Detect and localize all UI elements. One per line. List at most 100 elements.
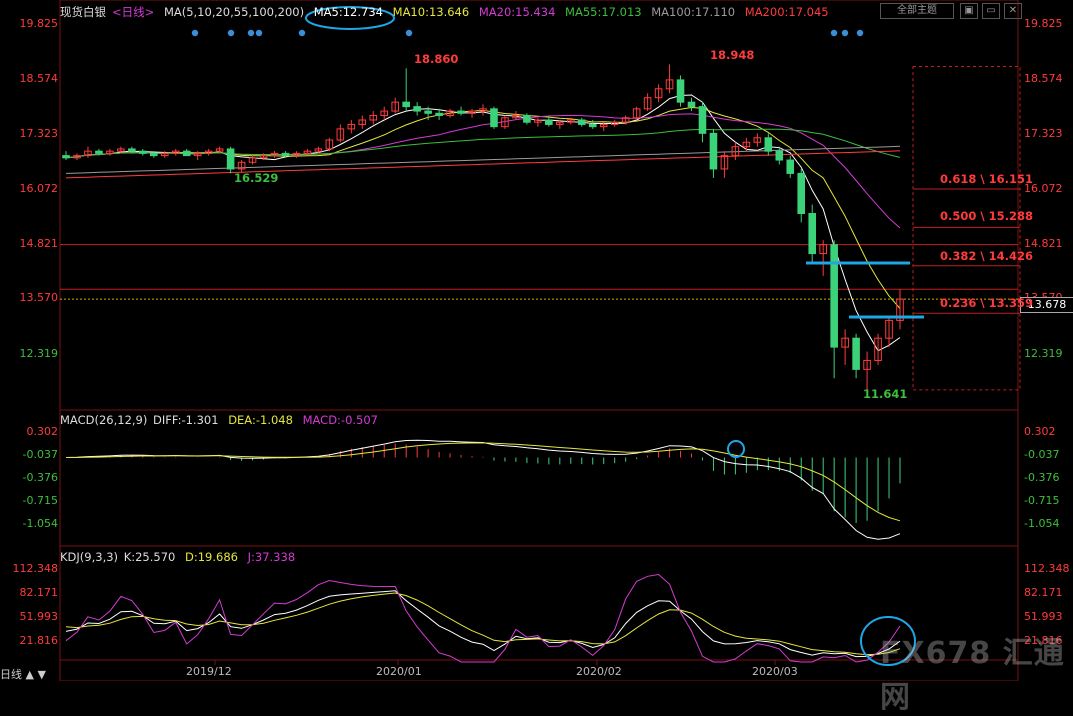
candle-body xyxy=(402,101,410,108)
macd-tick: -1.054 xyxy=(1024,517,1060,530)
candle-body xyxy=(588,123,597,128)
macd-tick: -0.037 xyxy=(22,448,58,461)
kdj-tick: 21.816 xyxy=(19,634,59,647)
ma-line xyxy=(65,150,901,179)
ma-line xyxy=(65,94,901,352)
ma100-label: MA100:17.110 xyxy=(651,5,736,19)
macd-value: MACD:-0.507 xyxy=(302,413,378,427)
candle-body xyxy=(457,110,465,114)
event-dot xyxy=(830,29,838,37)
period-tab[interactable]: 日线 ▲ ▼ xyxy=(0,666,46,682)
price-tick: 17.323 xyxy=(1024,127,1063,140)
high-label-1: 18.860 xyxy=(414,52,459,66)
price-tick: 12.319 xyxy=(19,347,59,360)
macd-tick: -0.376 xyxy=(1024,471,1060,484)
low-label-2: 11.641 xyxy=(863,387,908,401)
macd-dea: DEA:-1.048 xyxy=(228,413,293,427)
kdj-d-line xyxy=(65,592,901,656)
x-tick: 2020/03 xyxy=(752,665,798,678)
event-dot xyxy=(841,29,849,37)
chart-canvas[interactable] xyxy=(0,0,1073,681)
candle-body xyxy=(786,159,795,174)
candle-body xyxy=(424,110,432,114)
ma200-label: MA200:17.045 xyxy=(744,5,829,19)
event-dot xyxy=(405,29,413,37)
kdj-k: K:25.570 xyxy=(123,550,176,564)
candle-body xyxy=(413,106,421,112)
candle-body xyxy=(226,148,235,170)
ma-group-label: MA(5,10,20,55,100,200) xyxy=(163,5,305,19)
x-tick: 2019/12 xyxy=(186,665,232,678)
kdj-tick: 82.171 xyxy=(19,586,59,599)
ma-line xyxy=(65,128,901,159)
kdj-title: KDJ(9,3,3) xyxy=(60,550,119,564)
candle-body xyxy=(545,119,553,125)
kdj-legend: KDJ(9,3,3) K:25.570 D:19.686 J:37.338 xyxy=(60,550,301,564)
kdj-d: D:19.686 xyxy=(185,550,238,564)
price-tick: 18.574 xyxy=(1024,72,1063,85)
event-dot xyxy=(191,29,199,37)
candle-body xyxy=(577,119,586,125)
ma-line xyxy=(65,113,901,229)
main-legend: 现货白银 <日线> MA(5,10,20,55,100,200) MA5:12.7… xyxy=(60,4,835,20)
candle-body xyxy=(764,137,773,152)
period-label[interactable]: <日线> xyxy=(112,5,154,19)
price-tick: 19.825 xyxy=(1024,17,1063,30)
candle-body xyxy=(139,150,147,154)
candle-body xyxy=(852,337,860,370)
price-tick: 12.319 xyxy=(1024,347,1063,360)
candle-body xyxy=(808,213,817,255)
candle-body xyxy=(95,150,103,154)
kdj-j: J:37.338 xyxy=(247,550,296,564)
macd-tick: 0.302 xyxy=(26,425,59,438)
candle-body xyxy=(830,244,838,348)
event-dot xyxy=(247,29,255,37)
expand-icon[interactable]: ▣ xyxy=(960,3,978,19)
event-dot xyxy=(856,29,864,37)
highlight-circle xyxy=(727,440,745,458)
candle-body xyxy=(698,106,707,134)
low-label-1: 16.529 xyxy=(234,171,279,185)
price-tick: 18.574 xyxy=(19,72,59,85)
kdj-tick: 51.993 xyxy=(1024,610,1063,623)
macd-tick: -0.376 xyxy=(22,471,58,484)
candle-body xyxy=(435,112,443,117)
fib-level-0500: 0.500 \ 15.288 xyxy=(940,209,1033,223)
ma-line xyxy=(65,106,901,309)
kdj-k-line xyxy=(65,590,901,658)
macd-legend: MACD(26,12,9) DIFF:-1.301 DEA:-1.048 MAC… xyxy=(60,413,384,427)
candle-body xyxy=(709,132,718,170)
candle-body xyxy=(281,152,290,157)
minimize-icon[interactable]: ▭ xyxy=(982,3,1000,19)
symbol-label: 现货白银 xyxy=(60,5,106,19)
price-tick: 17.323 xyxy=(19,127,59,140)
price-tick: 14.821 xyxy=(19,237,59,250)
macd-tick: -0.037 xyxy=(1024,448,1060,461)
event-dot xyxy=(298,29,306,37)
candle-body xyxy=(128,148,136,152)
x-tick: 2020/02 xyxy=(576,665,622,678)
chevron-down-icon[interactable]: ▼ xyxy=(37,668,45,681)
theme-button[interactable]: 全部主题 xyxy=(880,3,954,19)
chevron-up-icon[interactable]: ▲ xyxy=(26,668,34,681)
ma55-label: MA55:17.013 xyxy=(565,5,642,19)
fib-level-0382: 0.382 \ 14.426 xyxy=(940,249,1033,263)
candle-body xyxy=(182,150,191,157)
watermark: FX678 汇通网 xyxy=(880,636,1065,715)
macd-title: MACD(26,12,9) xyxy=(60,413,148,427)
macd-tick: 0.302 xyxy=(1024,425,1056,438)
fib-level-0236: 0.236 \ 13.359 xyxy=(940,296,1033,310)
candle-body xyxy=(149,152,158,157)
kdj-tick: 112.348 xyxy=(12,562,59,575)
candle-body xyxy=(523,115,531,123)
event-dot xyxy=(255,29,263,37)
fib-level-0618: 0.618 \ 16.151 xyxy=(940,172,1033,186)
kdj-tick: 51.993 xyxy=(19,610,59,623)
candle-body xyxy=(490,108,498,128)
close-icon[interactable]: ✕ xyxy=(1004,3,1022,19)
fib-box xyxy=(912,66,1021,391)
kdj-tick: 82.171 xyxy=(1024,586,1063,599)
candle-body xyxy=(775,150,784,161)
x-tick: 2020/01 xyxy=(376,665,422,678)
price-tick: 19.825 xyxy=(19,17,59,30)
